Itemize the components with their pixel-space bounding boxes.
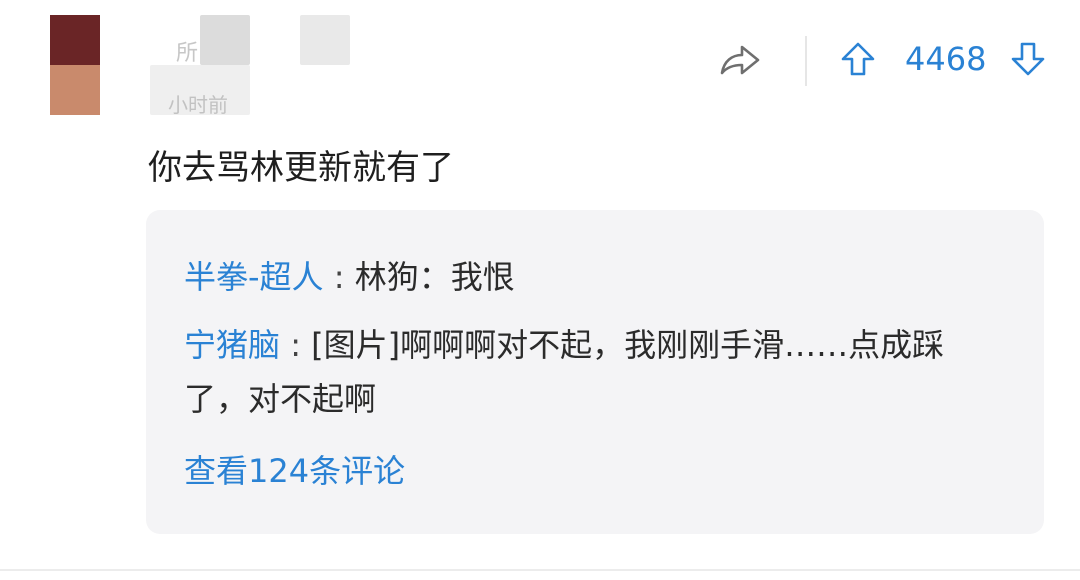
avatar[interactable]	[50, 15, 100, 115]
reply-username[interactable]: 宁猪脑	[184, 326, 280, 364]
avatar-top-blur	[50, 15, 100, 65]
arrow-down-icon[interactable]	[1010, 41, 1046, 77]
redaction-block	[200, 15, 250, 65]
user-meta: 所 小时前	[150, 15, 350, 117]
view-all-replies-link[interactable]: 查看124条评论	[184, 446, 405, 492]
reply-text: 林狗：我恨	[354, 258, 515, 296]
comment-actions: 4468	[715, 36, 1055, 86]
reply-item: 半拳-超人 : 林狗：我恨	[184, 250, 1004, 304]
reply-username[interactable]: 半拳-超人	[184, 258, 324, 296]
username[interactable]: 所	[176, 35, 198, 67]
arrow-up-icon[interactable]	[840, 41, 876, 77]
redaction-block	[300, 15, 350, 65]
divider	[805, 36, 807, 86]
vote-count: 4468	[905, 40, 987, 78]
comment-text: 你去骂林更新就有了	[148, 148, 454, 188]
replies-panel[interactable]: 半拳-超人 : 林狗：我恨 宁猪脑 : [图片]啊啊啊对不起，我刚刚手滑……点成…	[146, 210, 1044, 534]
bottom-divider	[0, 569, 1080, 571]
reply-separator: :	[280, 326, 312, 364]
reply-item: 宁猪脑 : [图片]啊啊啊对不起，我刚刚手滑……点成踩了，对不起啊	[184, 318, 1004, 426]
reply-separator: :	[323, 258, 355, 296]
avatar-bottom-blur	[50, 65, 100, 115]
share-icon[interactable]	[718, 43, 762, 77]
timestamp: 小时前	[168, 93, 228, 117]
